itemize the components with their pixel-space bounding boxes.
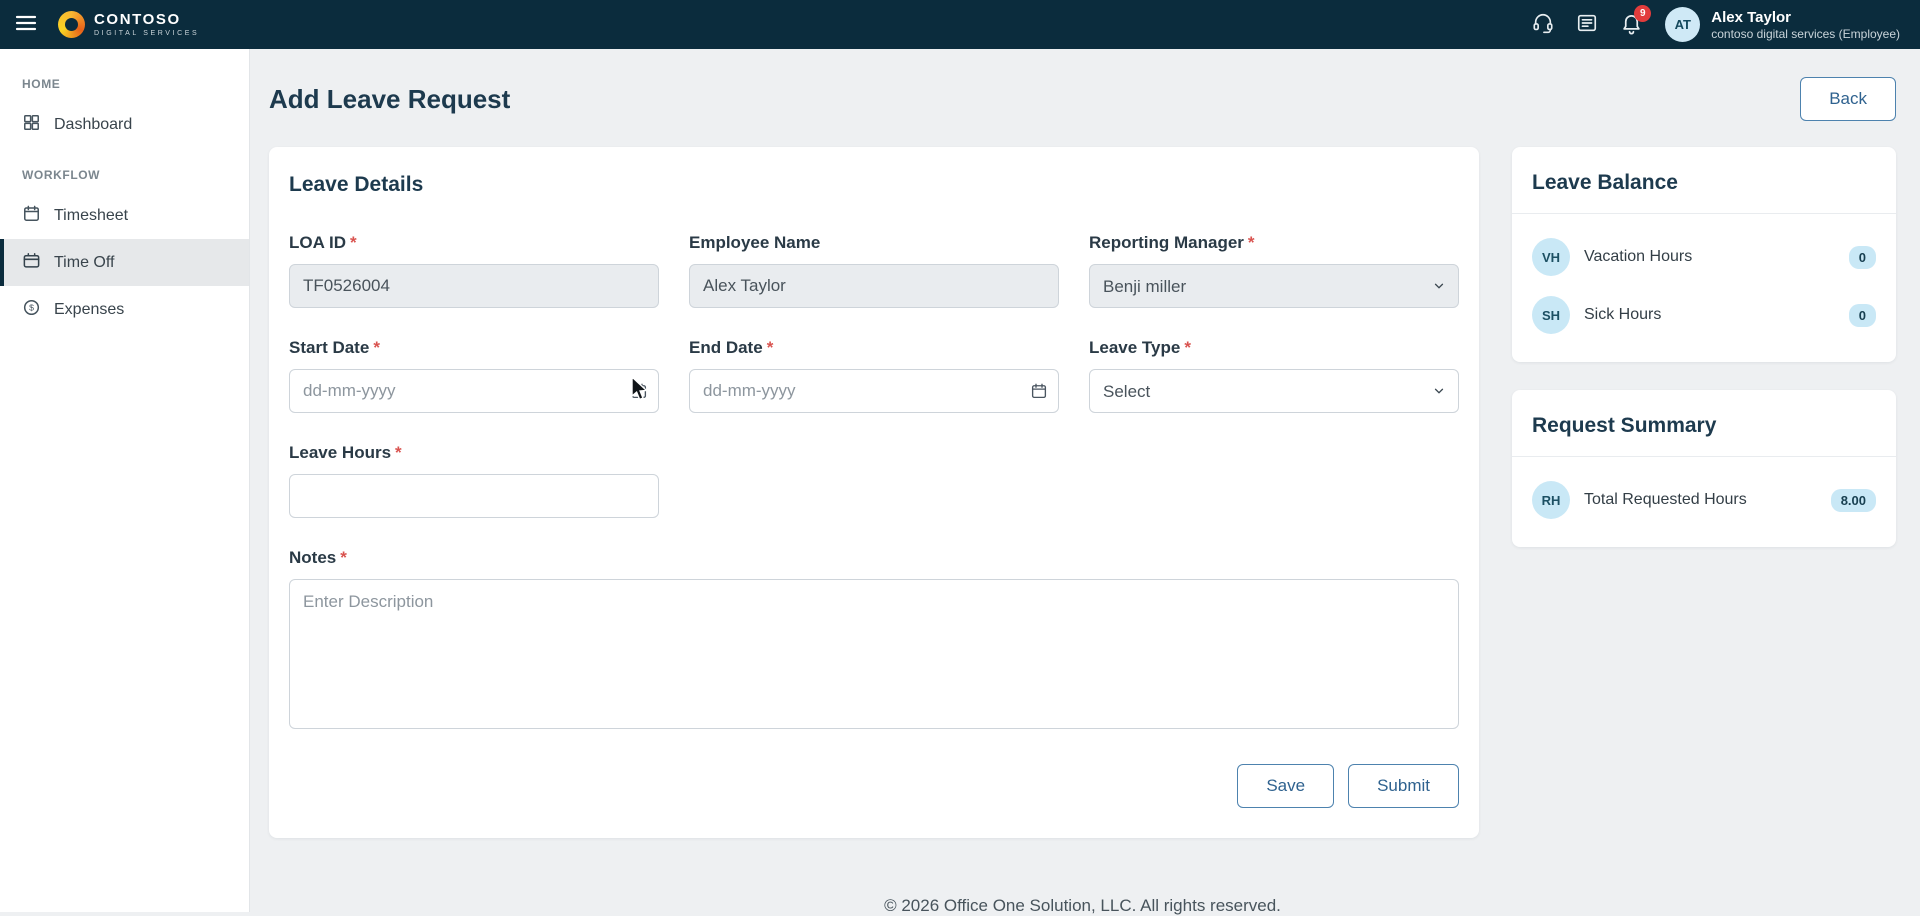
back-button[interactable]: Back — [1800, 77, 1896, 121]
leave-hours-input[interactable] — [289, 474, 659, 518]
notes-label: Notes* — [289, 548, 1459, 568]
news-icon — [1576, 12, 1598, 37]
sidebar-item-label: Dashboard — [54, 116, 132, 134]
request-summary-title: Request Summary — [1532, 414, 1876, 438]
sick-hours-label: Sick Hours — [1584, 306, 1835, 324]
field-employee-name: Employee Name — [689, 233, 1059, 308]
required-asterisk: * — [373, 338, 380, 358]
requested-hours-value: 8.00 — [1831, 489, 1876, 512]
notification-count-badge: 9 — [1634, 5, 1651, 22]
sidebar-item-timesheet[interactable]: Timesheet — [0, 192, 249, 239]
requested-hours-avatar: RH — [1532, 481, 1570, 519]
brand-logo[interactable]: CONTOSO DIGITAL SERVICES — [58, 11, 199, 38]
required-asterisk: * — [395, 443, 402, 463]
main-content: Add Leave Request Back Leave Details LOA… — [250, 49, 1920, 912]
timeoff-icon — [22, 251, 41, 275]
brand-subtitle: DIGITAL SERVICES — [94, 30, 199, 37]
field-end-date: End Date* — [689, 338, 1059, 413]
sidebar-section-workflow: WORKFLOW — [0, 148, 249, 192]
requested-hours-label: Total Requested Hours — [1584, 491, 1817, 509]
leave-type-select[interactable]: Select — [1089, 369, 1459, 413]
submit-button[interactable]: Submit — [1348, 764, 1459, 808]
user-name: Alex Taylor — [1711, 9, 1900, 27]
notifications-button[interactable]: 9 — [1620, 12, 1643, 38]
required-asterisk: * — [350, 233, 357, 253]
sidebar-item-label: Time Off — [54, 254, 114, 272]
sidebar-item-label: Timesheet — [54, 207, 128, 225]
end-date-input[interactable] — [689, 369, 1059, 413]
required-asterisk: * — [1248, 233, 1255, 253]
topbar: CONTOSO DIGITAL SERVICES 9 AT Alex Taylo… — [0, 0, 1920, 49]
field-leave-type: Leave Type* Select — [1089, 338, 1459, 413]
sidebar: HOME Dashboard WORKFLOW Timesheet Time O… — [0, 49, 250, 912]
timesheet-icon — [22, 204, 41, 228]
page-title: Add Leave Request — [269, 84, 510, 115]
leave-hours-label: Leave Hours* — [289, 443, 659, 463]
avatar: AT — [1665, 7, 1700, 42]
divider — [1512, 456, 1896, 457]
employee-name-input[interactable] — [689, 264, 1059, 308]
logo-swirl-icon — [58, 11, 85, 38]
reporting-manager-label: Reporting Manager* — [1089, 233, 1459, 253]
headset-icon — [1532, 12, 1554, 37]
announcements-button[interactable] — [1576, 12, 1598, 37]
balance-row-sick: SH Sick Hours 0 — [1532, 286, 1876, 344]
leave-balance-card: Leave Balance VH Vacation Hours 0 SH Sic… — [1512, 147, 1896, 362]
vacation-hours-label: Vacation Hours — [1584, 248, 1835, 266]
sidebar-item-dashboard[interactable]: Dashboard — [0, 101, 249, 148]
vacation-hours-value: 0 — [1849, 246, 1876, 269]
sick-hours-value: 0 — [1849, 304, 1876, 327]
required-asterisk: * — [1184, 338, 1191, 358]
svg-text:$: $ — [29, 302, 34, 312]
vacation-hours-avatar: VH — [1532, 238, 1570, 276]
reporting-manager-select[interactable]: Benji miller — [1089, 264, 1459, 308]
field-start-date: Start Date* — [289, 338, 659, 413]
summary-row-total: RH Total Requested Hours 8.00 — [1532, 471, 1876, 529]
leave-details-title: Leave Details — [289, 173, 1459, 197]
sidebar-section-home: HOME — [0, 57, 249, 101]
loa-id-input[interactable] — [289, 264, 659, 308]
balance-row-vacation: VH Vacation Hours 0 — [1532, 228, 1876, 286]
sick-hours-avatar: SH — [1532, 296, 1570, 334]
leave-details-card: Leave Details LOA ID* Employee Name — [269, 147, 1479, 838]
field-notes: Notes* — [289, 548, 1459, 734]
start-date-label: Start Date* — [289, 338, 659, 358]
field-reporting-manager: Reporting Manager* Benji miller — [1089, 233, 1459, 308]
loa-id-label: LOA ID* — [289, 233, 659, 253]
expenses-icon: $ — [22, 298, 41, 322]
field-leave-hours: Leave Hours* — [289, 443, 659, 518]
user-menu[interactable]: AT Alex Taylor contoso digital services … — [1665, 7, 1900, 42]
user-role: contoso digital services (Employee) — [1711, 27, 1900, 41]
leave-type-label: Leave Type* — [1089, 338, 1459, 358]
sidebar-item-label: Expenses — [54, 301, 124, 319]
brand-name: CONTOSO — [94, 12, 199, 27]
sidebar-item-time-off[interactable]: Time Off — [0, 239, 249, 286]
sidebar-item-expenses[interactable]: $ Expenses — [0, 286, 249, 333]
save-button[interactable]: Save — [1237, 764, 1334, 808]
notes-textarea[interactable] — [289, 579, 1459, 729]
request-summary-card: Request Summary RH Total Requested Hours… — [1512, 390, 1896, 547]
required-asterisk: * — [340, 548, 347, 568]
hamburger-icon — [14, 11, 38, 38]
support-button[interactable] — [1532, 12, 1554, 37]
divider — [1512, 213, 1896, 214]
field-loa-id: LOA ID* — [289, 233, 659, 308]
dashboard-icon — [22, 113, 41, 137]
hamburger-menu-button[interactable] — [14, 11, 38, 38]
leave-balance-title: Leave Balance — [1532, 171, 1876, 195]
footer-copyright: © 2026 Office One Solution, LLC. All rig… — [269, 896, 1896, 916]
employee-name-label: Employee Name — [689, 233, 1059, 253]
start-date-input[interactable] — [289, 369, 659, 413]
end-date-label: End Date* — [689, 338, 1059, 358]
required-asterisk: * — [767, 338, 774, 358]
